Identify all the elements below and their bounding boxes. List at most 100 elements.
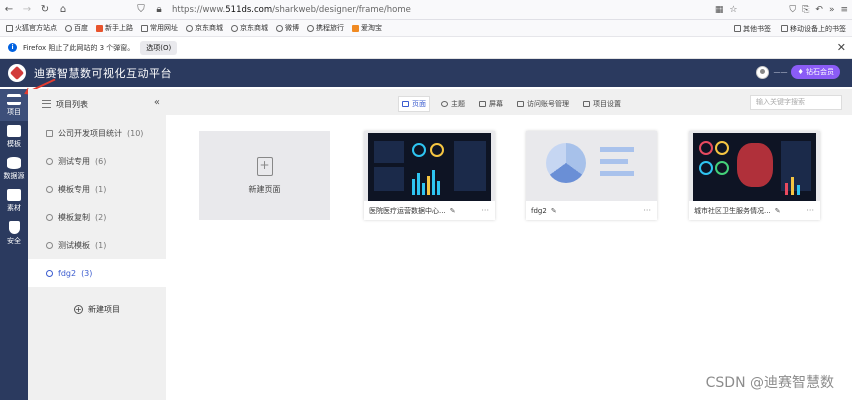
shield-icon <box>8 220 20 234</box>
folder-icon <box>781 25 788 32</box>
plus-circle-icon: + <box>74 304 83 314</box>
page-card[interactable]: fdg2 ✎ ··· <box>526 131 657 220</box>
more-icon[interactable]: ··· <box>481 206 489 215</box>
pie-chart-icon <box>546 143 586 183</box>
tab-settings[interactable]: 项目设置 <box>580 96 624 112</box>
globe-icon <box>231 24 238 32</box>
page-title: 医院医疗运营数据中心... <box>369 206 446 215</box>
bookmark-item[interactable]: 京东商城 <box>186 23 223 33</box>
database-icon <box>7 157 21 169</box>
theme-icon <box>441 101 448 107</box>
shield-ext-icon[interactable]: ⛉ <box>789 5 796 15</box>
bookmark-item[interactable]: 新手上路 <box>96 23 133 33</box>
lock-icon <box>46 129 53 137</box>
main-content: 页面 主题 屏幕 访问账号管理 项目设置 输入关键字搜索 + 新建页面 医院医疗… <box>166 89 852 400</box>
project-icon <box>46 213 53 221</box>
panel-header: 项目列表 « <box>28 89 166 119</box>
project-item[interactable]: 模板复制 (2) <box>28 203 166 231</box>
list-icon <box>42 100 51 108</box>
edit-icon[interactable]: ✎ <box>775 207 781 215</box>
page-card[interactable]: 城市社区卫生服务情况... ✎ ··· <box>689 131 820 220</box>
home-icon[interactable]: ⌂ <box>54 4 72 15</box>
project-icon <box>46 241 53 249</box>
bookmark-item[interactable]: 微博 <box>276 23 299 33</box>
rail-item-assets[interactable]: 素材 <box>0 185 28 217</box>
folder-icon <box>734 25 741 32</box>
rail-item-datasource[interactable]: 数据源 <box>0 153 28 185</box>
project-panel: 项目列表 « 公司开发项目统计 (10) 测试专用 (6) 模板专用 (1) 模板复制… <box>28 89 166 400</box>
info-icon: i <box>8 43 17 52</box>
page-card[interactable]: 医院医疗运营数据中心... ✎ ··· <box>364 131 495 220</box>
tab-theme[interactable]: 主题 <box>438 96 468 112</box>
taobao-icon <box>352 24 359 32</box>
star-icon[interactable]: ☆ <box>729 5 737 15</box>
project-item[interactable]: 公司开发项目统计 (10) <box>28 119 166 147</box>
project-icon <box>46 269 53 277</box>
browser-url-bar: ← → ↻ ⌂ ⛉ 🔒︎ https://www.511ds.com/shark… <box>0 0 852 20</box>
project-item[interactable]: 测试模板 (1) <box>28 231 166 259</box>
avatar[interactable] <box>756 65 770 79</box>
menu-icon[interactable]: ≡ <box>840 5 848 15</box>
template-icon <box>7 125 21 137</box>
access-icon <box>517 101 524 107</box>
firefox-icon <box>96 24 103 32</box>
tab-screen[interactable]: 屏幕 <box>476 96 506 112</box>
globe-icon <box>307 24 314 32</box>
bookmark-other[interactable]: 其他书签 <box>734 24 771 34</box>
bookmark-item[interactable]: 常用网址 <box>141 23 178 33</box>
rail-item-templates[interactable]: 模板 <box>0 121 28 153</box>
project-item[interactable]: 模板专用 (1) <box>28 175 166 203</box>
app-header: 迪赛智慧数可视化互动平台 —— ♦ 钻石会员 <box>0 59 852 87</box>
project-icon <box>46 157 53 165</box>
bookmark-item[interactable]: 百度 <box>65 23 88 33</box>
bookmarks-bar: 火狐官方站点 百度 新手上路 常用网址 京东商城 京东商城 微博 携程旅行 爱淘… <box>0 20 852 37</box>
page-title: fdg2 <box>531 206 547 215</box>
back-icon[interactable]: ← <box>0 4 18 15</box>
forward-icon[interactable]: → <box>18 4 36 15</box>
edit-icon[interactable]: ✎ <box>450 207 456 215</box>
page-thumbnail[interactable] <box>364 131 495 201</box>
more-icon[interactable]: ··· <box>643 206 651 215</box>
project-item-selected[interactable]: fdg2 (3) <box>28 259 166 287</box>
bookmark-mobile[interactable]: 移动设备上的书签 <box>781 24 846 34</box>
search-input[interactable]: 输入关键字搜索 <box>750 95 842 110</box>
bookmark-item[interactable]: 火狐官方站点 <box>6 23 57 33</box>
overflow-icon[interactable]: » <box>829 5 835 15</box>
tab-pages[interactable]: 页面 <box>398 96 430 112</box>
bookmark-item[interactable]: 携程旅行 <box>307 23 344 33</box>
vip-badge[interactable]: ♦ 钻石会员 <box>791 65 840 79</box>
address-field[interactable]: https://www.511ds.com/sharkweb/designer/… <box>172 5 411 15</box>
project-item[interactable]: 测试专用 (6) <box>28 147 166 175</box>
edit-icon[interactable]: ✎ <box>551 207 557 215</box>
page-thumbnail[interactable] <box>526 131 657 201</box>
nav-rail: 项目 模板 数据源 素材 安全 <box>0 89 28 400</box>
user-name[interactable]: —— <box>773 68 787 76</box>
reload-icon[interactable]: ↻ <box>36 4 54 15</box>
collapse-icon[interactable]: « <box>154 97 160 108</box>
bookmark-item[interactable]: 京东商城 <box>231 23 268 33</box>
close-icon[interactable]: ✕ <box>837 41 846 54</box>
tab-access[interactable]: 访问账号管理 <box>514 96 572 112</box>
sync-icon[interactable]: ⎘ <box>802 5 809 15</box>
qr-icon[interactable]: ▦ <box>715 5 724 15</box>
main-toolbar: 页面 主题 屏幕 访问账号管理 项目设置 输入关键字搜索 <box>166 89 852 115</box>
page-thumbnail[interactable] <box>689 131 820 201</box>
bookmark-item[interactable]: 爱淘宝 <box>352 23 382 33</box>
notice-options-button[interactable]: 选项(O) <box>140 40 178 55</box>
new-document-icon: + <box>256 156 273 176</box>
new-project-button[interactable]: + 新建项目 <box>28 291 166 327</box>
panel-title: 项目列表 <box>56 99 88 109</box>
settings-icon <box>583 101 590 107</box>
folder-icon <box>141 24 148 32</box>
globe-icon <box>65 24 72 32</box>
app-logo <box>8 64 26 82</box>
globe-icon <box>186 24 193 32</box>
undo-icon[interactable]: ↶ <box>815 5 823 15</box>
rail-item-security[interactable]: 安全 <box>0 217 28 249</box>
notice-text: Firefox 阻止了此网站的 3 个弹窗。 <box>23 43 135 52</box>
new-page-card[interactable]: + 新建页面 <box>199 131 330 220</box>
shield-icon[interactable]: ⛉ <box>132 4 150 15</box>
watermark: CSDN @迪赛智慧数 <box>705 375 834 391</box>
more-icon[interactable]: ··· <box>806 206 814 215</box>
lock-icon[interactable]: 🔒︎ <box>150 4 168 15</box>
